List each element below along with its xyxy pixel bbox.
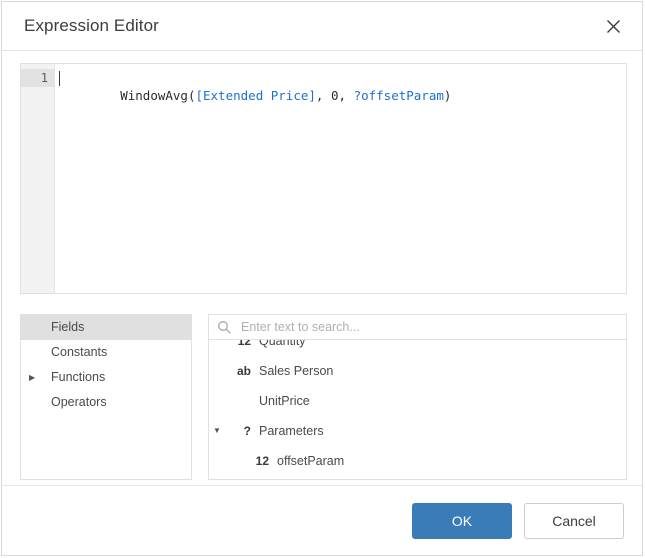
text-field-icon: ab bbox=[236, 364, 251, 378]
category-item-functions[interactable]: ▶ Functions bbox=[21, 365, 191, 390]
dialog-titlebar: Expression Editor bbox=[2, 2, 642, 51]
editor-text-area[interactable]: WindowAvg([Extended Price], 0, ?offsetPa… bbox=[55, 64, 626, 293]
field-tree[interactable]: 12 Quantity ab Sales Person UnitPrice ▼ … bbox=[208, 340, 627, 480]
close-icon[interactable] bbox=[598, 11, 628, 41]
token-field: [Extended Price] bbox=[195, 88, 316, 103]
tree-label-parameters: Parameters bbox=[259, 424, 324, 438]
search-input[interactable] bbox=[239, 319, 626, 335]
tree-label-offsetparam: offsetParam bbox=[277, 454, 345, 468]
tree-label-unitprice: UnitPrice bbox=[259, 394, 310, 408]
search-bar[interactable] bbox=[208, 314, 627, 340]
token-parameter: ?offsetParam bbox=[353, 88, 444, 103]
tree-item-sales-person[interactable]: ab Sales Person bbox=[209, 356, 626, 386]
field-tree-scroll: 12 Quantity ab Sales Person UnitPrice ▼ … bbox=[209, 340, 626, 476]
expression-editor-dialog: Expression Editor 1 WindowAvg([Extended … bbox=[1, 1, 643, 556]
editor-gutter: 1 bbox=[21, 64, 55, 293]
number-parameter-icon: 12 bbox=[255, 454, 269, 468]
expression-code-editor[interactable]: 1 WindowAvg([Extended Price], 0, ?offset… bbox=[20, 63, 627, 294]
chevron-right-icon[interactable]: ▶ bbox=[29, 365, 35, 390]
token-number: 0 bbox=[330, 88, 339, 103]
category-label-operators: Operators bbox=[51, 395, 107, 409]
category-label-constants: Constants bbox=[51, 345, 108, 359]
number-field-icon: 12 bbox=[237, 340, 251, 348]
tree-label-sales-person: Sales Person bbox=[259, 364, 334, 378]
cancel-button[interactable]: Cancel bbox=[524, 502, 624, 539]
token-close-paren: ) bbox=[443, 88, 452, 103]
category-item-fields[interactable]: Fields bbox=[21, 315, 191, 340]
chevron-down-icon[interactable]: ▼ bbox=[209, 416, 225, 446]
code-line-1[interactable]: WindowAvg([Extended Price], 0, ?offsetPa… bbox=[55, 69, 626, 103]
text-caret bbox=[59, 71, 60, 86]
category-label-fields: Fields bbox=[51, 320, 85, 334]
field-browser: 12 Quantity ab Sales Person UnitPrice bbox=[208, 314, 627, 480]
tree-item-parameters[interactable]: ▼ ? Parameters bbox=[209, 416, 626, 446]
ok-button[interactable]: OK bbox=[412, 502, 512, 539]
token-separator-1: , bbox=[315, 88, 331, 103]
category-item-constants[interactable]: Constants bbox=[21, 340, 191, 365]
dialog-footer: OK Cancel bbox=[2, 485, 642, 555]
category-item-operators[interactable]: Operators bbox=[21, 390, 191, 415]
parameter-icon: ? bbox=[243, 424, 251, 438]
tree-label-quantity: Quantity bbox=[259, 340, 306, 348]
tree-item-unitprice[interactable]: UnitPrice bbox=[209, 386, 626, 416]
token-function: WindowAvg( bbox=[120, 88, 196, 103]
search-icon bbox=[217, 320, 231, 334]
tree-item-offsetparam[interactable]: 12 offsetParam bbox=[209, 446, 626, 476]
browser-panels: Fields Constants ▶ Functions Operators E… bbox=[20, 314, 627, 480]
dialog-title: Expression Editor bbox=[24, 16, 159, 35]
line-number: 1 bbox=[21, 69, 54, 87]
category-label-functions: Functions bbox=[51, 370, 106, 384]
category-list: Fields Constants ▶ Functions Operators bbox=[20, 314, 192, 480]
token-separator-2: , bbox=[338, 88, 354, 103]
tree-item-quantity[interactable]: 12 Quantity bbox=[209, 340, 626, 356]
